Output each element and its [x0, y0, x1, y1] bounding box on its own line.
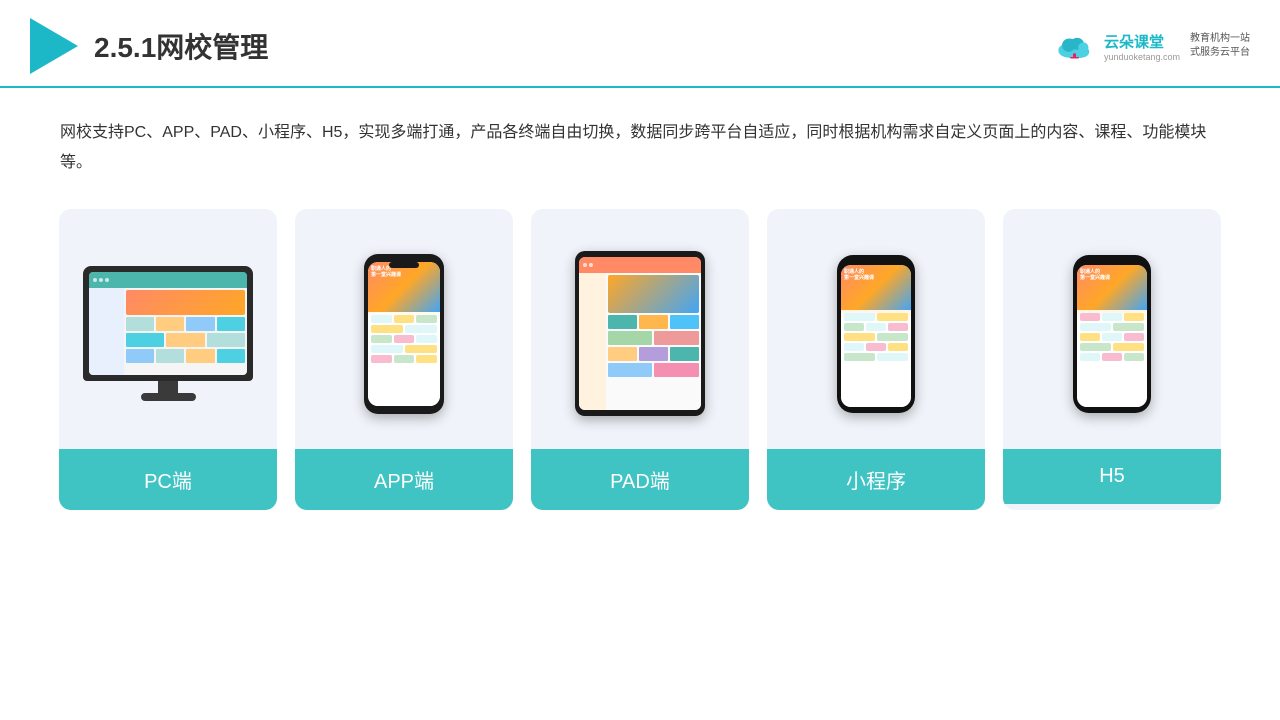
card-pad-label: PAD端 — [531, 449, 749, 510]
card-mini: 职通人的第一堂兴趣课 — [767, 209, 985, 510]
card-mini-label: 小程序 — [767, 449, 985, 510]
brand-logo: 云朵课堂 yunduoketang.com — [1054, 30, 1180, 62]
card-app-label: APP端 — [295, 449, 513, 510]
header-right: 云朵课堂 yunduoketang.com 教育机构一站式服务云平台 — [1054, 30, 1250, 62]
card-pc: PC端 — [59, 209, 277, 510]
main-content: 网校支持PC、APP、PAD、小程序、H5，实现多端打通，产品各终端自由切换，数… — [0, 88, 1280, 530]
description-text: 网校支持PC、APP、PAD、小程序、H5，实现多端打通，产品各终端自由切换，数… — [60, 118, 1220, 179]
card-pad: PAD端 — [531, 209, 749, 510]
header: 2.5.1网校管理 云朵课堂 yunduoketang.com 教育机构一 — [0, 0, 1280, 88]
h5-phone-icon: 职通人的第一堂兴趣课 — [1073, 255, 1151, 413]
card-pad-image — [531, 209, 749, 449]
mini-phone-icon: 职通人的第一堂兴趣课 — [837, 255, 915, 413]
app-phone-icon: 职通人的第一堂兴趣课 — [364, 254, 444, 414]
card-mini-image: 职通人的第一堂兴趣课 — [767, 209, 985, 449]
brand-text-group: 云朵课堂 yunduoketang.com — [1104, 31, 1180, 62]
pad-tablet-icon — [575, 251, 705, 416]
cards-container: PC端 职通人的第一堂兴趣课 — [60, 209, 1220, 510]
brand-url: yunduoketang.com — [1104, 52, 1180, 62]
cloud-icon — [1054, 30, 1098, 62]
brand-name: 云朵课堂 — [1104, 31, 1164, 52]
page-title: 2.5.1网校管理 — [94, 26, 268, 66]
card-pc-image — [59, 209, 277, 449]
card-h5-label: H5 — [1003, 449, 1221, 504]
card-h5: 职通人的第一堂兴趣课 — [1003, 209, 1221, 510]
pc-monitor-icon — [83, 266, 253, 401]
logo-triangle-icon — [30, 18, 78, 74]
brand-slogan: 教育机构一站式服务云平台 — [1190, 32, 1250, 60]
card-pc-label: PC端 — [59, 449, 277, 510]
card-h5-image: 职通人的第一堂兴趣课 — [1003, 209, 1221, 449]
card-app: 职通人的第一堂兴趣课 — [295, 209, 513, 510]
header-left: 2.5.1网校管理 — [30, 18, 268, 74]
card-app-image: 职通人的第一堂兴趣课 — [295, 209, 513, 449]
